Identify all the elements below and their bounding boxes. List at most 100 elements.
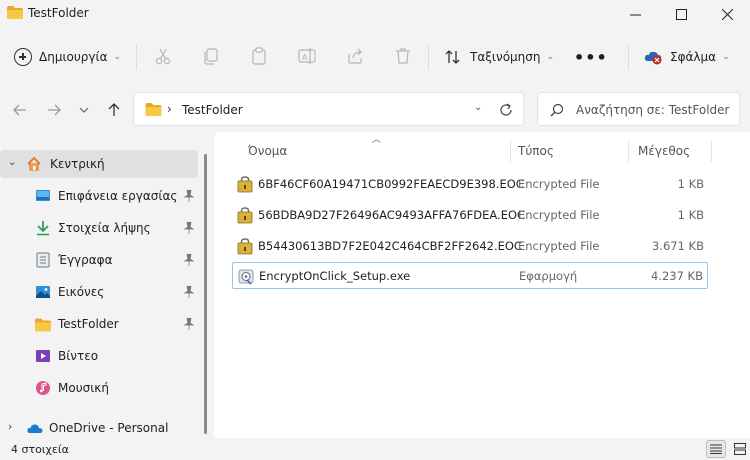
toolbar-divider xyxy=(428,44,429,70)
navigation-bar: › TestFolder ⌄ xyxy=(0,88,750,132)
folder-icon xyxy=(7,6,23,19)
column-divider[interactable] xyxy=(510,140,511,162)
address-bar[interactable]: › TestFolder ⌄ xyxy=(133,92,524,126)
item-count: 4 στοιχεία xyxy=(11,443,69,456)
chevron-down-icon[interactable]: ⌄ xyxy=(8,157,16,168)
share-icon[interactable] xyxy=(345,46,365,66)
column-divider[interactable] xyxy=(711,140,712,162)
file-name: 6BF46CF60A19471CB0992FEAECD9E398.EOC xyxy=(258,177,524,191)
desktop-icon xyxy=(36,190,50,201)
paste-icon[interactable] xyxy=(249,46,269,66)
sidebar-item-label: Επιφάνεια εργασίας xyxy=(58,189,178,203)
sidebar-item-pictures[interactable]: Εικόνες xyxy=(0,278,198,306)
new-button[interactable]: Δημιουργία ⌄ xyxy=(14,42,121,72)
back-button[interactable] xyxy=(8,98,32,122)
refresh-icon[interactable] xyxy=(497,101,515,119)
sidebar-item-music[interactable]: Μουσική xyxy=(0,374,198,402)
close-button[interactable] xyxy=(704,0,750,28)
encrypted-file-icon xyxy=(237,176,253,193)
maximize-button[interactable] xyxy=(658,0,704,28)
search-input[interactable] xyxy=(576,101,736,119)
svg-text:A: A xyxy=(302,53,308,62)
sort-button[interactable]: Ταξινόμηση ⌄ xyxy=(444,42,554,72)
up-button[interactable] xyxy=(102,98,126,122)
sidebar-item-label: Βίντεο xyxy=(58,349,99,363)
sidebar-item-downloads[interactable]: Στοιχεία λήψης xyxy=(0,214,198,242)
column-header-name[interactable]: Όνομα xyxy=(248,144,287,158)
maximize-icon xyxy=(675,8,687,20)
chevron-down-icon: ⌄ xyxy=(722,52,730,62)
rename-icon[interactable]: A xyxy=(297,46,317,66)
pin-icon[interactable] xyxy=(184,190,194,202)
folder-icon xyxy=(145,103,162,116)
breadcrumb-testfolder[interactable]: TestFolder xyxy=(182,103,243,117)
toolbar-divider xyxy=(628,44,629,70)
more-options-button[interactable]: ••• xyxy=(574,42,608,72)
file-name: 56BDBA9D27F26496AC9493AFFA76FDEA.EOC xyxy=(258,208,526,222)
minimize-button[interactable] xyxy=(612,0,658,28)
title-bar: TestFolder xyxy=(0,0,750,30)
file-list-pane: ︿ Όνομα Τύπος Μέγεθος 6BF46CF60A19471CB0… xyxy=(214,132,750,438)
music-icon xyxy=(36,381,50,395)
details-view-button[interactable] xyxy=(706,440,726,458)
delete-icon[interactable] xyxy=(393,46,413,66)
table-row[interactable]: 56BDBA9D27F26496AC9493AFFA76FDEA.EOC Enc… xyxy=(232,202,708,229)
file-size: 3.671 KB xyxy=(651,239,704,253)
sidebar-item-label: OneDrive - Personal xyxy=(49,421,169,435)
sort-ascending-icon: ︿ xyxy=(372,135,382,145)
videos-icon xyxy=(36,350,50,362)
breadcrumb-separator[interactable]: › xyxy=(167,102,172,116)
pin-icon[interactable] xyxy=(184,222,194,234)
close-icon xyxy=(721,8,733,20)
column-header-size[interactable]: Μέγεθος xyxy=(638,144,690,158)
sidebar-item-videos[interactable]: Βίντεο xyxy=(0,342,198,370)
sidebar-item-label: Κεντρική xyxy=(50,157,105,171)
sidebar-item-desktop[interactable]: Επιφάνεια εργασίας xyxy=(0,182,198,210)
pin-icon[interactable] xyxy=(184,286,194,298)
sidebar-item-home[interactable]: ⌄ Κεντρική xyxy=(0,150,198,178)
cut-icon[interactable] xyxy=(153,46,173,66)
download-icon xyxy=(37,221,49,236)
minimize-icon xyxy=(629,14,641,15)
onedrive-icon xyxy=(27,424,43,433)
search-box[interactable] xyxy=(537,92,740,126)
sort-button-label: Ταξινόμηση xyxy=(470,50,541,64)
sidebar-item-label: TestFolder xyxy=(58,317,119,331)
copy-icon[interactable] xyxy=(201,46,221,66)
file-type: Encrypted File xyxy=(518,208,600,222)
sidebar-item-testfolder[interactable]: TestFolder xyxy=(0,310,198,338)
toolbar-divider xyxy=(136,44,137,70)
table-row-selected[interactable]: EncryptOnClick_Setup.exe Εφαρμογή 4.237 … xyxy=(232,262,708,289)
sidebar-scrollbar[interactable] xyxy=(204,154,207,434)
installer-icon xyxy=(238,269,254,285)
file-type: Εφαρμογή xyxy=(519,269,578,283)
details-view-icon xyxy=(710,444,722,454)
pin-icon[interactable] xyxy=(184,318,194,330)
file-size: 4.237 KB xyxy=(650,269,703,283)
pin-icon[interactable] xyxy=(184,254,194,266)
column-header-type[interactable]: Τύπος xyxy=(518,144,554,158)
sidebar-item-label: Μουσική xyxy=(58,381,109,395)
plus-icon xyxy=(14,48,32,66)
home-icon xyxy=(27,156,41,171)
column-divider[interactable] xyxy=(628,140,629,162)
onedrive-error-icon xyxy=(644,51,662,65)
table-row[interactable]: 6BF46CF60A19471CB0992FEAECD9E398.EOC Enc… xyxy=(232,171,708,198)
chevron-right-icon[interactable]: › xyxy=(8,420,12,433)
encrypted-file-icon xyxy=(237,238,253,255)
recent-locations-button[interactable] xyxy=(72,98,96,122)
command-bar: Δημιουργία ⌄ A Ταξινόμηση ⌄ ••• Σφάλμα ⌄ xyxy=(0,34,750,80)
address-dropdown-icon[interactable]: ⌄ xyxy=(474,102,482,113)
file-size: 1 KB xyxy=(677,208,704,222)
forward-button[interactable] xyxy=(42,98,66,122)
onedrive-error-button[interactable]: Σφάλμα ⌄ xyxy=(644,42,730,72)
file-name: B54430613BD7F2E042C464CBF2FF2642.EOC xyxy=(258,239,522,253)
table-row[interactable]: B54430613BD7F2E042C464CBF2FF2642.EOC Enc… xyxy=(232,233,708,260)
chevron-down-icon: ⌄ xyxy=(113,52,122,62)
sidebar-item-label: Στοιχεία λήψης xyxy=(58,221,151,235)
file-name: EncryptOnClick_Setup.exe xyxy=(259,269,411,283)
status-bar: 4 στοιχεία xyxy=(0,438,750,460)
tiles-view-button[interactable] xyxy=(730,440,750,458)
sidebar-item-documents[interactable]: Έγγραφα xyxy=(0,246,198,274)
forward-arrow-icon xyxy=(48,104,61,116)
